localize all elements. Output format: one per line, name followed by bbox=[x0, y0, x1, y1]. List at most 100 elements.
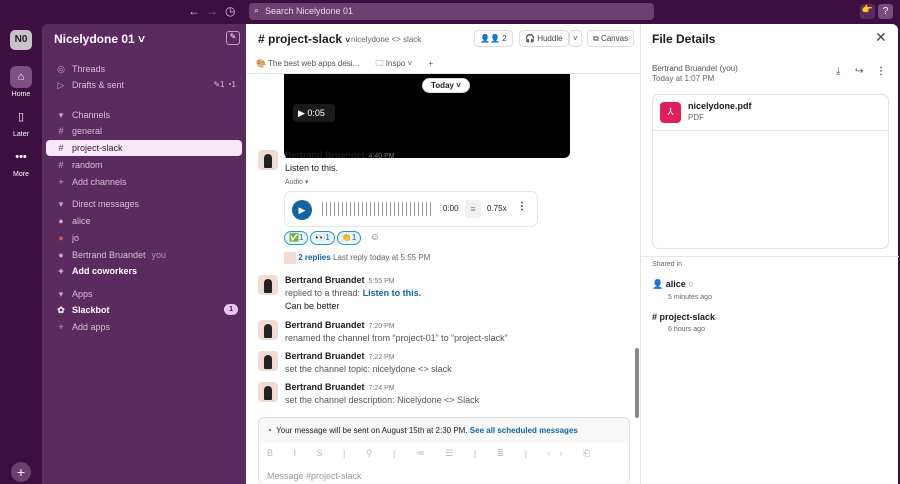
apps-header[interactable]: ▾ Apps bbox=[46, 286, 242, 302]
sidebar-item-drafts[interactable]: ▷ Drafts & sent ✎1 ◔1 bbox=[46, 77, 242, 93]
hash-icon: # bbox=[58, 160, 64, 170]
rail-later[interactable]: ▯ Later bbox=[0, 106, 42, 138]
plus-icon: + bbox=[58, 177, 64, 187]
avatar[interactable] bbox=[258, 351, 278, 371]
bookmark-folder-inspo[interactable]: 🗀 Inspo ˅ bbox=[375, 59, 412, 68]
dm-self[interactable]: ● Bertrand Bruandet you bbox=[46, 247, 242, 263]
message-author[interactable]: Bertrand Bruandet 7:22 PM bbox=[285, 351, 395, 361]
sidebar-item-project-slack[interactable]: # project-slack bbox=[46, 140, 242, 156]
video-play-button[interactable]: ▶ 0:05 bbox=[293, 104, 335, 122]
unread-badge: 1 bbox=[224, 304, 238, 315]
forward-icon[interactable]: → bbox=[206, 4, 218, 18]
send-icon: ▷ bbox=[57, 80, 65, 90]
message-text: set the channel topic: nicelydone <> sla… bbox=[285, 364, 452, 374]
message-author[interactable]: Bertrand Bruandet 7:24 PM bbox=[285, 382, 395, 392]
play-icon[interactable]: ▶ bbox=[292, 200, 312, 220]
formatting-toolbar[interactable]: B I S | ⚲ | ≔ ☰ | ≣ | ‹› ⎗ bbox=[267, 448, 599, 459]
hash-icon: # bbox=[652, 312, 658, 322]
folder-icon: 🗀 bbox=[375, 59, 384, 68]
reaction-check[interactable]: ✅1 bbox=[284, 231, 309, 245]
reactions: ✅1 👀1 👏1 ☺ bbox=[284, 231, 380, 245]
rail-more[interactable]: ••• More bbox=[0, 146, 42, 178]
sidebar-item-general[interactable]: # general bbox=[46, 123, 242, 139]
members-button[interactable]: 👤👤 2 bbox=[474, 30, 513, 47]
plus-icon: + bbox=[58, 266, 64, 276]
dm-jo[interactable]: ● jo bbox=[46, 230, 242, 246]
shared-dm-alice[interactable]: 👤 alice ○ bbox=[652, 279, 694, 290]
search-input[interactable]: ⌕ Search Nicelydone 01 bbox=[249, 3, 654, 20]
message-author[interactable]: Bertrand Bruandet 4:40 PM bbox=[285, 150, 395, 160]
bookmark-icon: ▯ bbox=[17, 111, 25, 123]
status-emoji-icon[interactable]: 👉 bbox=[860, 4, 875, 19]
sidebar-item-threads[interactable]: ◎ Threads bbox=[46, 61, 242, 77]
shared-channel-project-slack[interactable]: # project-slack bbox=[652, 312, 715, 322]
back-icon[interactable]: ← bbox=[188, 4, 200, 18]
share-time: 5 minutes ago bbox=[668, 294, 712, 301]
audio-label[interactable]: Audio ▾ bbox=[285, 178, 308, 186]
presence-icon: ○ bbox=[688, 279, 694, 289]
sidebar: Nicelydone 01 ˅ ✎ ◎ Threads ▷ Drafts & sen… bbox=[42, 24, 246, 484]
avatar[interactable] bbox=[258, 382, 278, 402]
share-icon[interactable]: ↪ bbox=[855, 66, 863, 77]
compose-icon[interactable]: ✎ bbox=[226, 31, 240, 45]
file-type: PDF bbox=[688, 113, 704, 122]
workspace-name[interactable]: Nicelydone 01 ˅ bbox=[54, 32, 145, 46]
message-input[interactable]: Message #project-slack bbox=[267, 471, 362, 481]
help-icon[interactable]: ? bbox=[878, 4, 893, 19]
avatar[interactable] bbox=[258, 150, 278, 170]
channel-topic[interactable]: nicelydone <> slack bbox=[351, 35, 421, 44]
history-icon[interactable]: ◷ bbox=[225, 4, 235, 18]
user-icon: 👤 bbox=[652, 279, 664, 289]
channel-title[interactable]: # project-slack ˅ bbox=[258, 32, 350, 46]
more-options-icon[interactable]: ⋮ bbox=[517, 201, 527, 212]
avatar[interactable] bbox=[258, 320, 278, 340]
audio-waveform[interactable] bbox=[322, 202, 434, 216]
audio-player: ▶ 0:00 ≡ 0.75x ⋮ bbox=[284, 191, 538, 227]
message-composer: ◔ Your message will be sent on August 15… bbox=[258, 417, 630, 484]
file-owner[interactable]: Bertrand Bruandet (you) bbox=[652, 64, 738, 73]
workspace-switcher[interactable]: N0 bbox=[10, 30, 32, 50]
date-divider-pill[interactable]: Today ˅ bbox=[422, 78, 470, 93]
file-name: nicelydone.pdf bbox=[688, 101, 752, 111]
dm-header[interactable]: ▾ Direct messages bbox=[46, 196, 242, 212]
transcript-icon[interactable]: ≡ bbox=[465, 200, 481, 218]
huddle-options-chevron-icon[interactable]: ˅ bbox=[569, 30, 582, 47]
more-options-icon[interactable]: ⋮ bbox=[876, 66, 886, 77]
add-coworkers-button[interactable]: + Add coworkers bbox=[46, 263, 242, 279]
bookmark-item[interactable]: 🎨 The best web apps desi... bbox=[256, 59, 359, 68]
thread-summary[interactable]: 2 replies Last reply today at 5:55 PM bbox=[284, 252, 430, 264]
playback-speed[interactable]: 0.75x bbox=[487, 204, 507, 213]
scheduled-notice: ◔ Your message will be sent on August 15… bbox=[267, 426, 578, 435]
add-reaction-icon[interactable]: ☺ bbox=[370, 232, 380, 243]
channels-header[interactable]: ▾ Channels bbox=[46, 107, 242, 123]
sidebar-item-slackbot[interactable]: ✿ Slackbot 1 bbox=[46, 302, 242, 318]
huddle-button[interactable]: 🎧 Huddle bbox=[519, 30, 569, 47]
bookmarks-bar: 🎨 The best web apps desi... 🗀 Inspo ˅ + bbox=[256, 58, 433, 72]
add-channels-button[interactable]: + Add channels bbox=[46, 174, 242, 190]
reaction-eyes[interactable]: 👀1 bbox=[310, 231, 335, 245]
pdf-icon: ⅄ bbox=[660, 102, 681, 123]
message-author[interactable]: Bertrand Bruandet 5:55 PM bbox=[285, 275, 395, 285]
scrollbar[interactable] bbox=[635, 348, 639, 418]
pencil-icon: ✎ bbox=[213, 80, 221, 89]
canvas-button[interactable]: ⧉ Canvas bbox=[587, 30, 635, 47]
headphones-icon: 🎧 bbox=[525, 34, 535, 43]
close-icon[interactable]: ✕ bbox=[875, 29, 887, 46]
add-apps-button[interactable]: + Add apps bbox=[46, 319, 242, 335]
dm-alice[interactable]: ● alice bbox=[46, 213, 242, 229]
file-details-panel: File Details ✕ Bertrand Bruandet (you) T… bbox=[640, 24, 899, 484]
download-icon[interactable]: ⤓ bbox=[836, 66, 840, 77]
rail-home[interactable]: ⌂ Home bbox=[0, 66, 42, 98]
slackbot-icon: ✿ bbox=[57, 305, 65, 315]
message-author[interactable]: Bertrand Bruandet 7:20 PM bbox=[285, 320, 395, 330]
add-icon[interactable]: + bbox=[11, 462, 31, 482]
avatar[interactable] bbox=[258, 275, 278, 295]
threads-icon: ◎ bbox=[57, 64, 65, 74]
sidebar-item-random[interactable]: # random bbox=[46, 157, 242, 173]
file-preview-card[interactable]: ⅄ nicelydone.pdf PDF bbox=[652, 94, 889, 249]
caret-down-icon: ▾ bbox=[58, 289, 64, 299]
reaction-clap[interactable]: 👏1 bbox=[336, 231, 362, 245]
file-date: Today at 1:07 PM bbox=[652, 74, 715, 83]
add-bookmark-button[interactable]: + bbox=[428, 59, 433, 68]
thread-link[interactable]: Listen to this. bbox=[363, 288, 422, 298]
